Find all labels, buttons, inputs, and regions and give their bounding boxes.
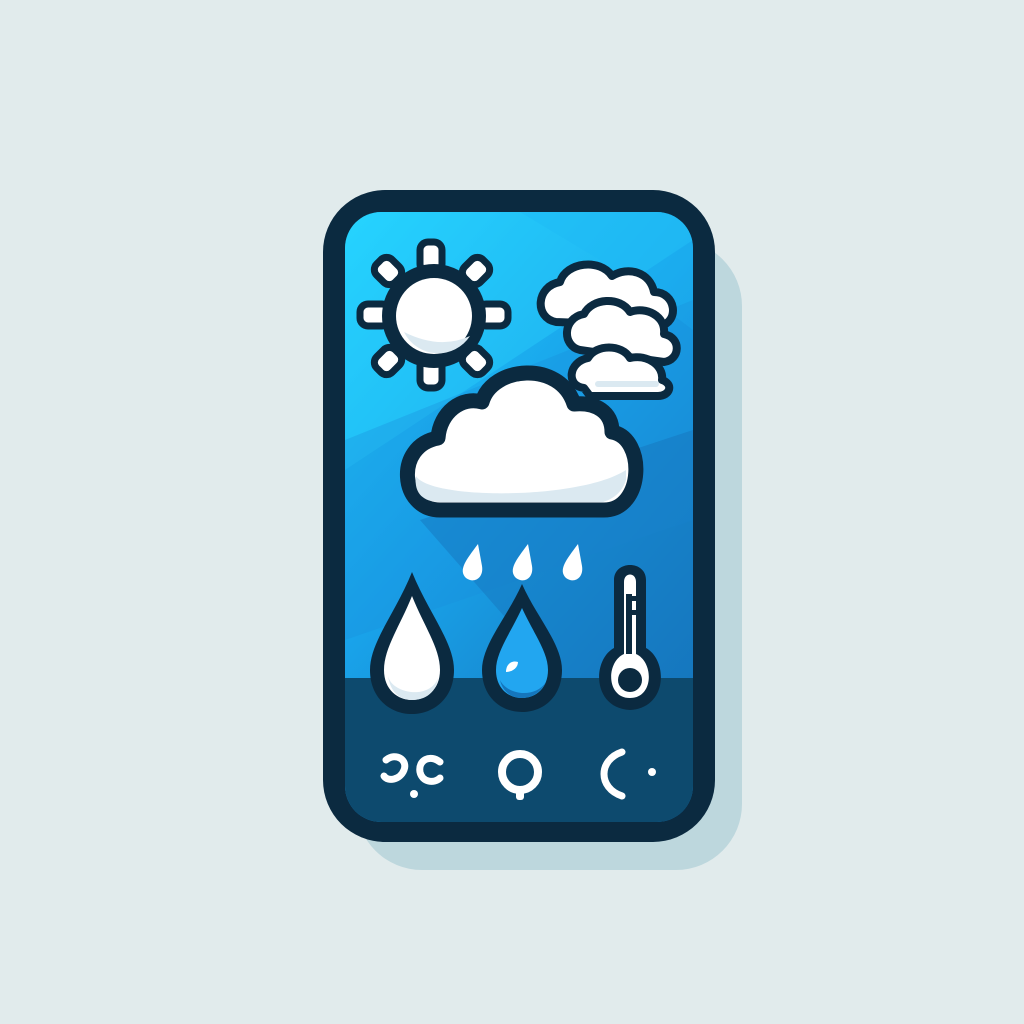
weather-app-icon-illustration bbox=[0, 0, 1024, 1024]
sun-icon bbox=[356, 238, 512, 392]
app-icon-artwork bbox=[323, 190, 742, 870]
